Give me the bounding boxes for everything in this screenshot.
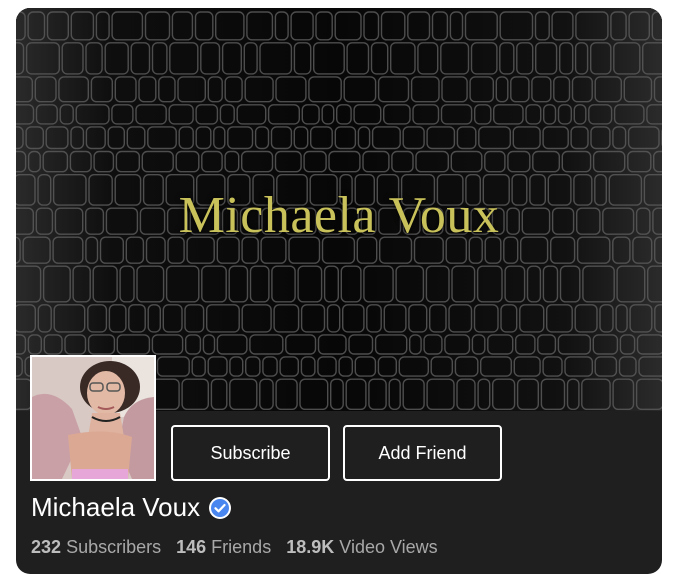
stat-views: 18.9K Video Views bbox=[286, 537, 437, 558]
subscribers-count: 232 bbox=[31, 537, 62, 557]
stat-friends: 146 Friends bbox=[176, 537, 271, 558]
cover-image: Michaela Voux bbox=[16, 8, 662, 411]
friends-label: Friends bbox=[211, 537, 272, 557]
profile-name: Michaela Voux bbox=[31, 492, 201, 522]
profile-stats: 232 Subscribers 146 Friends 18.9K Video … bbox=[31, 537, 438, 558]
cover-title: Michaela Voux bbox=[178, 187, 500, 244]
profile-name-row: Michaela Voux bbox=[31, 492, 232, 523]
avatar[interactable] bbox=[30, 355, 156, 481]
views-label: Video Views bbox=[339, 537, 438, 557]
views-count: 18.9K bbox=[286, 537, 335, 557]
verified-badge-icon bbox=[208, 496, 232, 520]
avatar-photo bbox=[32, 357, 154, 479]
friends-count: 146 bbox=[176, 537, 207, 557]
profile-card: Michaela Voux Subscribe Add Friend Micha… bbox=[16, 8, 662, 574]
stat-subscribers: 232 Subscribers bbox=[31, 537, 161, 558]
add-friend-button[interactable]: Add Friend bbox=[343, 425, 502, 481]
subscribers-label: Subscribers bbox=[66, 537, 162, 557]
subscribe-button[interactable]: Subscribe bbox=[171, 425, 330, 481]
